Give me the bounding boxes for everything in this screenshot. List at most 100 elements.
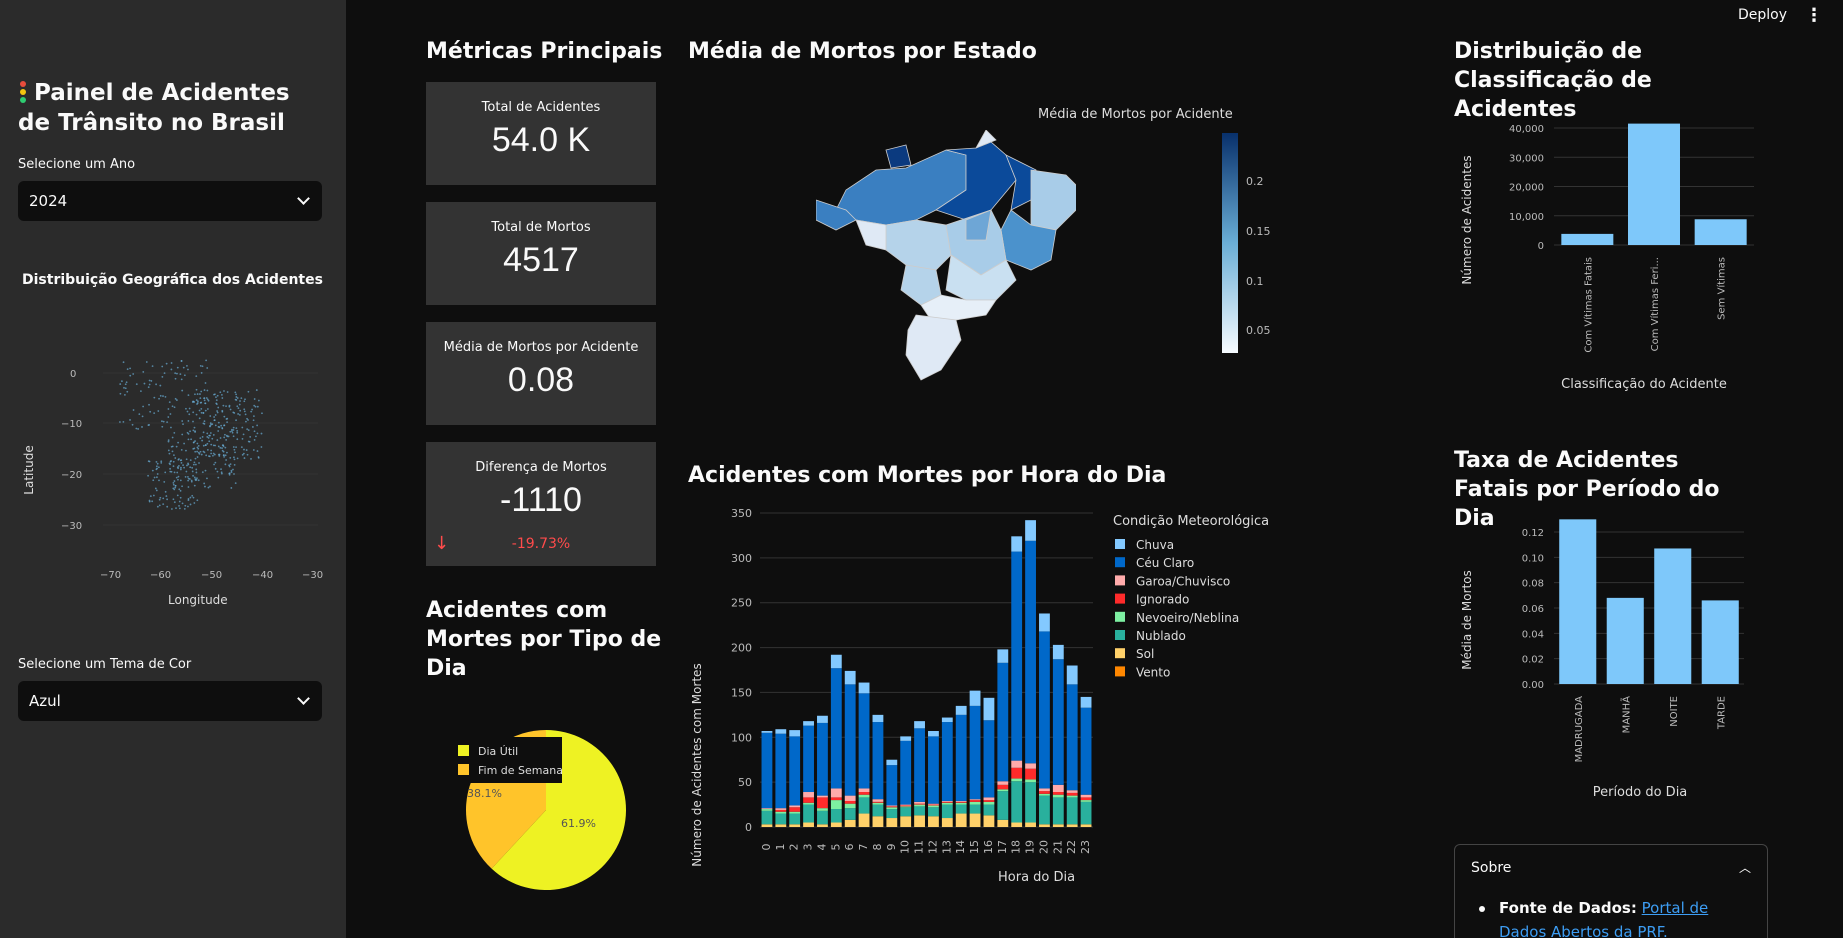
hourly-bar-segment bbox=[830, 797, 842, 801]
geo-point bbox=[132, 409, 135, 411]
geo-point bbox=[188, 413, 191, 416]
geo-point bbox=[181, 433, 184, 436]
hourly-bar-segment bbox=[789, 813, 801, 825]
geo-point bbox=[173, 406, 176, 409]
geo-point bbox=[233, 456, 235, 459]
geo-point bbox=[200, 372, 203, 374]
geo-point bbox=[178, 507, 181, 510]
geo-point bbox=[223, 390, 225, 392]
hourly-bar-segment bbox=[1039, 793, 1050, 796]
geo-point bbox=[193, 447, 196, 450]
geo-point bbox=[223, 455, 225, 458]
geo-point bbox=[189, 430, 191, 433]
geo-point bbox=[191, 494, 194, 497]
geo-point bbox=[182, 366, 185, 369]
geo-point bbox=[206, 449, 209, 451]
hourly-bar-segment bbox=[858, 797, 870, 814]
hourly-bar-segment bbox=[1052, 794, 1064, 798]
hourly-bar-segment bbox=[858, 794, 870, 798]
geo-point bbox=[132, 373, 135, 375]
geo-point bbox=[219, 391, 222, 394]
about-header[interactable]: Sobre ︿ bbox=[1455, 845, 1767, 876]
geo-point bbox=[195, 399, 198, 401]
geo-point bbox=[253, 430, 256, 433]
geo-point bbox=[250, 410, 253, 413]
geo-point bbox=[260, 446, 263, 448]
hourly-bar-segment bbox=[997, 662, 1009, 782]
pie-legend-swatch bbox=[458, 764, 469, 775]
hourly-bar-segment bbox=[1011, 778, 1023, 782]
geo-point bbox=[210, 443, 213, 446]
hourly-bar-segment bbox=[1066, 792, 1078, 796]
geo-point bbox=[193, 476, 196, 479]
year-select[interactable]: 2024 bbox=[18, 181, 322, 221]
hourly-bar-segment bbox=[1080, 801, 1092, 825]
geo-point bbox=[199, 401, 202, 404]
geo-point bbox=[182, 423, 184, 426]
geo-xtick: −30 bbox=[302, 570, 323, 581]
hourly-bar-segment bbox=[900, 804, 912, 806]
geo-scatter-chart: 0 −10 −20 −30 −70 −60 −50 −40 −30 Longit… bbox=[22, 359, 323, 607]
geo-point bbox=[187, 479, 190, 482]
hourly-bar-segment bbox=[1052, 797, 1064, 825]
metric-total-mortos: Total de Mortos 4517 bbox=[426, 202, 656, 305]
hourly-stacked-bar-chart: Número de Acidentes com Mortes Hora do D… bbox=[690, 507, 1269, 885]
geo-point bbox=[240, 446, 243, 449]
geo-point bbox=[178, 500, 181, 503]
geo-point bbox=[173, 454, 175, 457]
geo-point bbox=[184, 504, 187, 507]
hourly-legend-title: Condição Meteorológica bbox=[1113, 514, 1269, 529]
geo-point bbox=[177, 464, 180, 467]
geo-point bbox=[224, 454, 227, 457]
geo-point bbox=[198, 409, 201, 412]
hourly-bar-segment bbox=[955, 802, 967, 805]
theme-select[interactable]: Azul bbox=[18, 681, 322, 721]
geo-point bbox=[197, 447, 200, 450]
geo-ytick: −20 bbox=[61, 470, 82, 481]
hourly-bar-segment bbox=[803, 804, 814, 823]
geo-point bbox=[143, 382, 146, 385]
geo-point bbox=[234, 398, 237, 401]
geo-point bbox=[175, 445, 178, 448]
geo-point bbox=[216, 410, 218, 412]
hourly-bar-segment bbox=[844, 684, 856, 796]
geo-points bbox=[119, 359, 263, 510]
geo-point bbox=[235, 393, 237, 396]
kebab-icon[interactable]: ⋮ bbox=[1805, 5, 1823, 26]
deploy-button[interactable]: Deploy bbox=[1738, 7, 1787, 23]
geo-point bbox=[199, 393, 201, 395]
geo-point bbox=[124, 387, 127, 390]
geo-point bbox=[234, 451, 236, 454]
geo-point bbox=[188, 407, 191, 410]
geo-point bbox=[199, 397, 202, 400]
hourly-bar-segment bbox=[775, 809, 787, 812]
geo-point bbox=[187, 497, 190, 500]
metric-diferenca-mortos: Diferença de Mortos -1110 ↓ -19.73% bbox=[426, 442, 656, 566]
hourly-bar-segment bbox=[983, 697, 995, 721]
y-tick-label: 0.12 bbox=[1522, 528, 1544, 539]
geo-point bbox=[260, 432, 263, 435]
hourly-bar-segment bbox=[803, 797, 814, 803]
hourly-bar-segment bbox=[941, 722, 953, 801]
geo-point bbox=[168, 452, 171, 455]
geo-point bbox=[221, 444, 224, 447]
geo-point bbox=[203, 482, 206, 485]
geo-point bbox=[209, 422, 212, 425]
hourly-bar-segment bbox=[817, 810, 828, 825]
hourly-bar-segment bbox=[1039, 788, 1050, 792]
geo-point bbox=[201, 365, 204, 368]
geo-point bbox=[223, 436, 226, 439]
geo-point bbox=[207, 486, 210, 489]
y-tick-label: 350 bbox=[731, 507, 752, 520]
geo-point bbox=[161, 375, 164, 378]
traffic-light-icon bbox=[18, 81, 28, 103]
hourly-bar-segment bbox=[886, 806, 898, 808]
geo-point bbox=[174, 484, 177, 487]
geo-point bbox=[246, 417, 248, 420]
geo-point bbox=[156, 462, 159, 465]
colorbar-tick: 0.2 bbox=[1246, 175, 1264, 188]
hourly-bar-segment bbox=[1066, 797, 1078, 825]
hourly-bar-segment bbox=[872, 816, 884, 827]
hourly-bar-segment bbox=[997, 789, 1009, 792]
hourly-bar-segment bbox=[928, 807, 939, 817]
